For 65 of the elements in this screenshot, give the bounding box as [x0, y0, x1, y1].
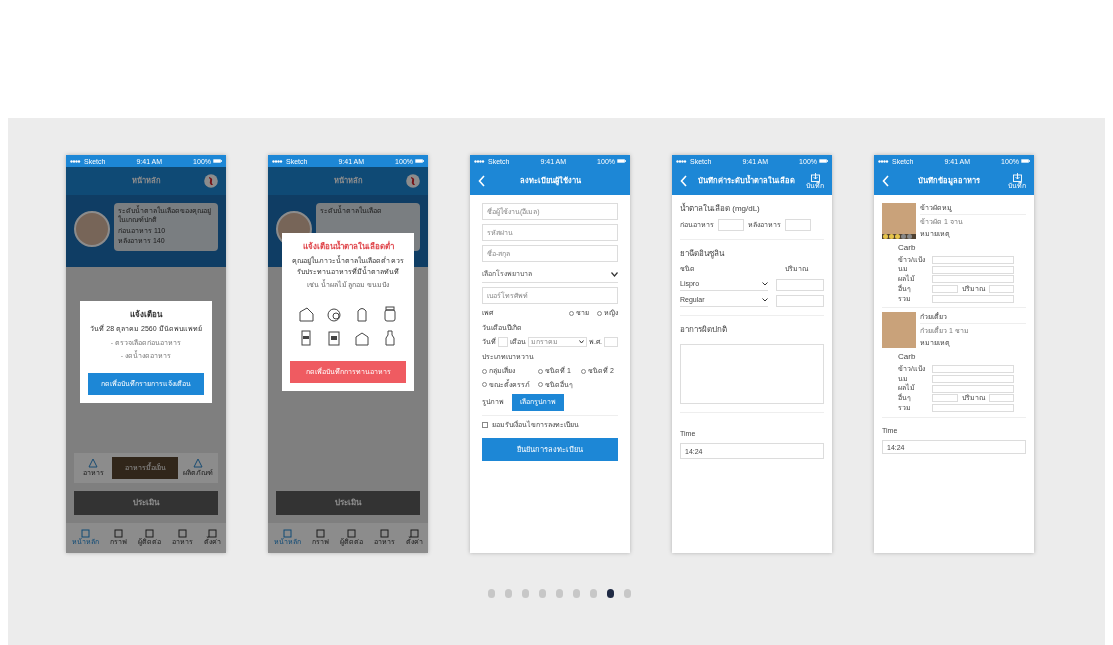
battery-icon — [617, 159, 626, 163]
tab-icon — [113, 529, 123, 539]
tab-icon — [379, 529, 389, 539]
photo-placeholder — [882, 312, 916, 349]
tab-icon — [315, 529, 325, 539]
chevron-down-icon — [579, 340, 585, 345]
amount-field[interactable] — [776, 294, 824, 307]
carb-field[interactable] — [988, 285, 1014, 294]
back-icon — [882, 175, 889, 187]
section-title: ยาฉีดอินซูลิน — [680, 248, 726, 260]
assess-button[interactable]: ประเมิน — [74, 491, 218, 515]
back-icon — [478, 175, 485, 187]
chevron-down-icon — [762, 282, 768, 286]
carb-field[interactable] — [932, 255, 1014, 264]
dialog-title: แจ้งเตือน — [130, 309, 162, 321]
carb-title: Carb — [897, 241, 917, 254]
tab-icon — [144, 529, 154, 539]
assess-button[interactable]: ประเมิน — [276, 491, 420, 515]
signal-icon — [272, 159, 284, 163]
carb-field[interactable] — [932, 275, 1014, 284]
section-title: อาการผิดปกติ — [680, 323, 728, 336]
carb-field[interactable] — [932, 265, 1014, 274]
battery-icon — [415, 159, 424, 163]
carb-field[interactable] — [932, 285, 958, 294]
chevron-down-icon — [762, 298, 768, 302]
battery-icon — [1021, 159, 1030, 163]
carb-title: Carb — [897, 350, 917, 363]
back-icon — [680, 175, 687, 187]
battery-icon — [213, 159, 222, 163]
day-field[interactable] — [498, 337, 508, 348]
carb-field[interactable] — [988, 394, 1014, 403]
section-title: น้ำตาลในเลือด (mg/dL) — [680, 203, 761, 215]
sugar-field[interactable] — [718, 219, 744, 231]
carb-field[interactable] — [932, 384, 1014, 393]
tab-icon — [282, 529, 292, 539]
logo-icon — [406, 174, 420, 188]
symptom-field[interactable] — [680, 343, 824, 404]
chevron-down-icon — [611, 271, 618, 277]
battery-icon — [819, 159, 828, 163]
carb-field[interactable] — [932, 365, 1014, 374]
year-field[interactable] — [604, 337, 618, 348]
bottle-icon — [382, 329, 398, 346]
carb-field[interactable] — [932, 394, 958, 403]
carton-icon — [298, 329, 314, 346]
jar-icon — [382, 305, 398, 322]
signal-icon — [70, 159, 82, 163]
signal-icon — [878, 159, 890, 163]
download-icon — [810, 173, 820, 182]
tab-icon — [177, 529, 187, 539]
signal-icon — [474, 159, 486, 163]
sugar-field[interactable] — [785, 219, 811, 231]
amount-field[interactable] — [776, 278, 824, 291]
download-icon — [1012, 173, 1022, 182]
carb-field[interactable] — [932, 404, 1014, 413]
avatar-placeholder — [74, 211, 110, 247]
fruit-icon — [326, 305, 342, 322]
signal-icon — [676, 159, 688, 163]
logo-icon — [204, 174, 218, 188]
tab-icon — [346, 529, 356, 539]
carb-field[interactable] — [932, 374, 1014, 383]
dialog-title: แจ้งเตือนน้ำตาลในเลือดต่ำ — [302, 241, 394, 253]
carb-field[interactable] — [932, 294, 1014, 303]
bread-icon — [354, 305, 370, 322]
tab-icon — [80, 529, 90, 539]
bag-icon — [326, 329, 342, 346]
